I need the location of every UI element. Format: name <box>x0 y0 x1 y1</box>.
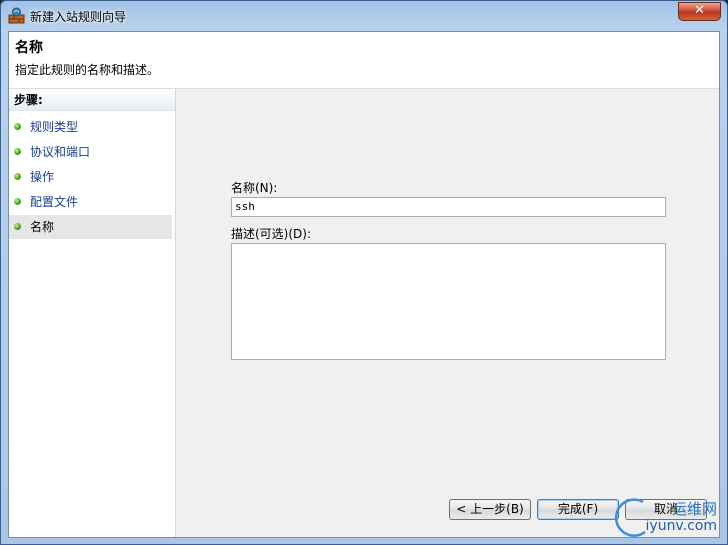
step-name[interactable]: 名称 <box>9 215 172 239</box>
step-label: 规则类型 <box>30 120 79 134</box>
name-label: 名称(N): <box>231 181 278 195</box>
step-status-icon <box>14 173 21 180</box>
finish-button[interactable]: 完成(F) <box>537 499 619 520</box>
watermark-url: iyunv.com <box>645 518 717 534</box>
name-input[interactable]: ssh <box>231 197 666 217</box>
description-label: 描述(可选)(D): <box>231 227 312 241</box>
wizard-header: 名称 指定此规则的名称和描述。 <box>9 32 719 89</box>
steps-panel: 步骤: 规则类型 协议和端口 操作 配置文件 名称 <box>9 89 176 537</box>
wizard-content: 名称(N): ssh 描述(可选)(D): < 上一步(B) 完成(F) 取消 <box>176 89 719 537</box>
step-status-icon <box>14 198 21 205</box>
step-status-icon <box>14 123 21 130</box>
wizard-client-area: 名称 指定此规则的名称和描述。 步骤: 规则类型 协议和端口 操作 配置文件 名… <box>8 31 720 538</box>
firewall-icon <box>8 7 25 24</box>
window-title: 新建入站规则向导 <box>30 10 127 24</box>
step-status-icon <box>14 148 21 155</box>
watermark-logo: 运维网 iyunv.com <box>613 496 723 540</box>
steps-heading: 步骤: <box>9 89 175 111</box>
close-icon: ✕ <box>694 3 705 18</box>
step-rule-type[interactable]: 规则类型 <box>9 115 172 139</box>
step-label: 操作 <box>30 170 55 184</box>
wizard-window: 新建入站规则向导 ✕ 名称 指定此规则的名称和描述。 步骤: 规则类型 协议和端… <box>0 0 728 545</box>
title-bar[interactable]: 新建入站规则向导 ✕ <box>1 1 727 31</box>
step-label: 协议和端口 <box>30 145 91 159</box>
step-action[interactable]: 操作 <box>9 165 172 189</box>
step-profile[interactable]: 配置文件 <box>9 190 172 214</box>
step-label: 名称 <box>30 220 55 234</box>
back-button[interactable]: < 上一步(B) <box>449 499 531 520</box>
step-status-icon <box>14 223 21 230</box>
close-button[interactable]: ✕ <box>678 2 721 21</box>
page-subtitle: 指定此规则的名称和描述。 <box>15 63 160 77</box>
page-title: 名称 <box>15 40 43 56</box>
step-protocol-ports[interactable]: 协议和端口 <box>9 140 172 164</box>
step-label: 配置文件 <box>30 195 79 209</box>
watermark-text: 运维网 <box>671 500 717 518</box>
description-input[interactable] <box>231 243 666 360</box>
